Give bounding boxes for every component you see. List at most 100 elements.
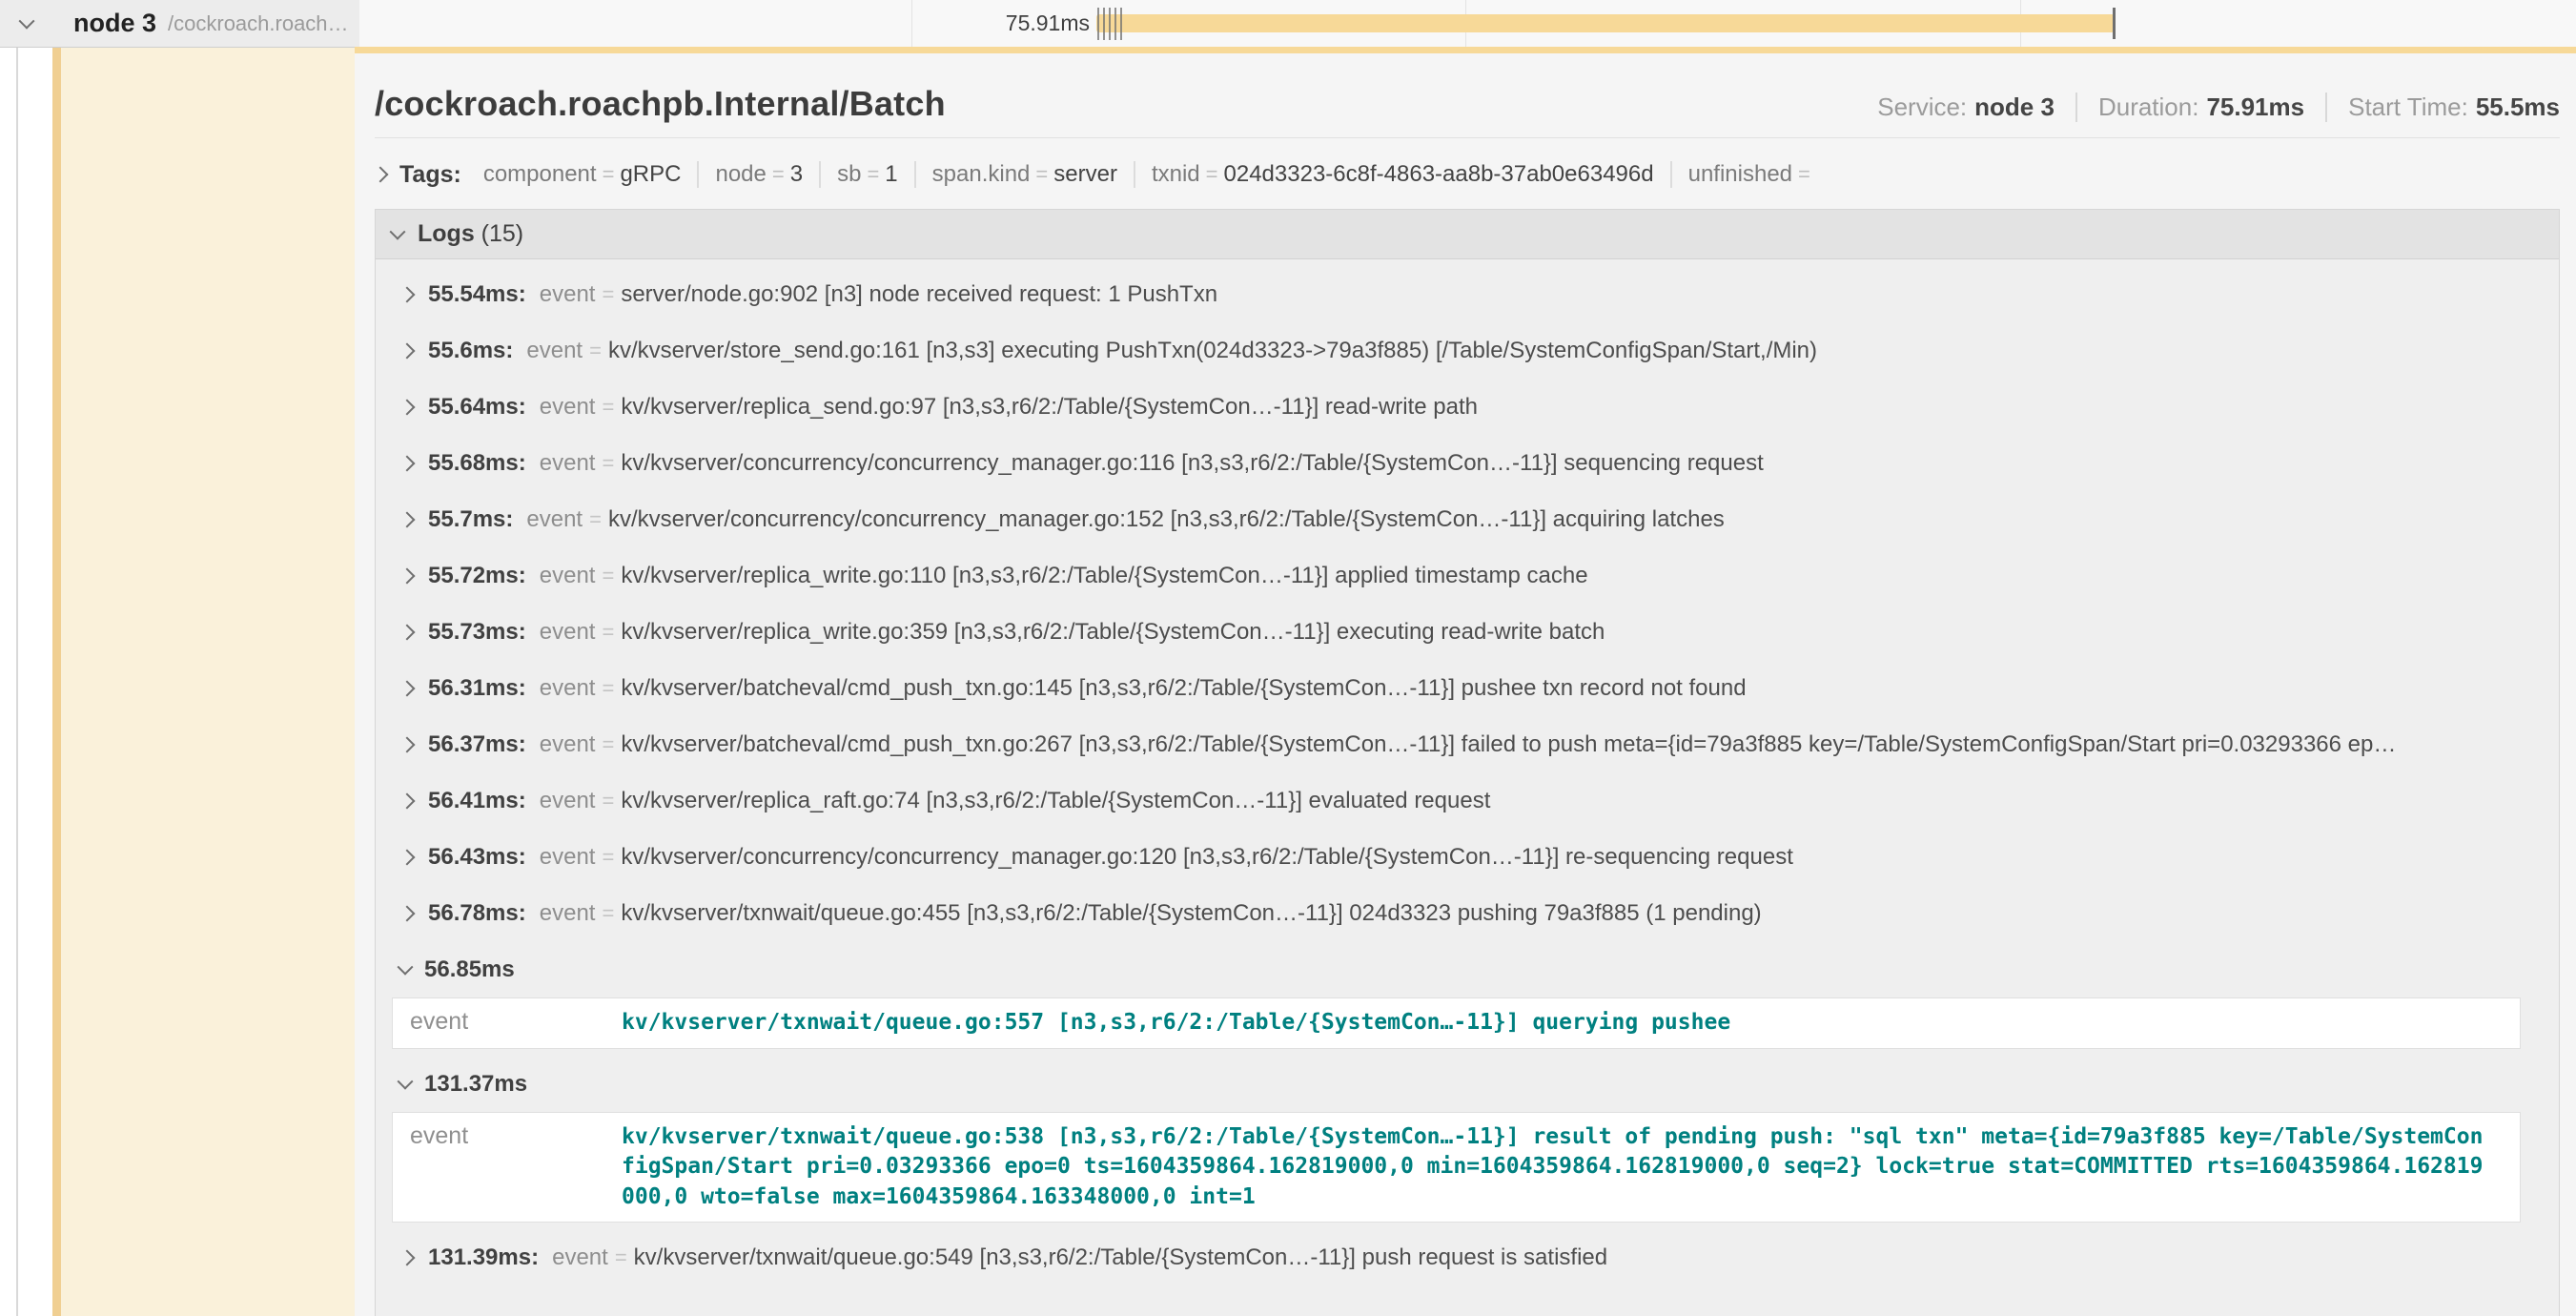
service-color-stripe [52,0,61,1316]
span-name-cell[interactable]: node 3 /cockroach.roach… [0,0,359,48]
log-timestamp: 56.31ms: [428,672,526,705]
span-operation-name: /cockroach.roach… [168,11,349,36]
log-row[interactable]: 56.41ms: event = kv/kvserver/replica_raf… [392,785,2540,817]
log-value: kv/kvserver/replica_send.go:97 [n3,s3,r6… [621,391,1478,423]
log-row[interactable]: 55.72ms: event = kv/kvserver/replica_wri… [392,560,2540,592]
log-row[interactable]: 55.6ms: event = kv/kvserver/store_send.g… [392,335,2540,367]
equals-sign: = [589,504,602,536]
equals-sign: = [589,335,602,367]
meta-label: Duration: [2098,93,2199,121]
span-timeline-cell[interactable]: 75.91ms [359,0,2576,48]
log-value: kv/kvserver/txnwait/queue.go:455 [n3,s3,… [621,897,1761,930]
span-duration-bar [1096,14,2115,32]
log-value: kv/kvserver/replica_write.go:359 [n3,s3,… [621,616,1605,648]
chevron-right-icon [399,400,416,416]
log-row[interactable]: 56.43ms: event = kv/kvserver/concurrency… [392,841,2540,874]
tag-item: node=3 [697,161,819,188]
log-timestamp: 56.37ms: [428,729,526,761]
log-timestamp: 131.37ms [424,1068,527,1100]
chevron-right-icon [373,167,389,183]
equals-sign: = [602,841,614,874]
log-row[interactable]: 56.37ms: event = kv/kvserver/batcheval/c… [392,729,2540,761]
meta-label: Service: [1877,93,1967,121]
equals-sign: = [602,897,614,930]
tag-value: 3 [790,161,803,187]
log-row[interactable]: 55.64ms: event = kv/kvserver/replica_sen… [392,391,2540,423]
log-key: event [393,1113,622,1223]
log-marker-tick [1103,8,1105,40]
left-panel-divider [16,0,18,1316]
log-keyvalue-table: event kv/kvserver/txnwait/queue.go:538 [… [392,1112,2521,1223]
tags-label: Tags: [399,161,461,189]
tag-item: sb=1 [819,161,914,188]
span-detail-header: /cockroach.roachpb.Internal/Batch Servic… [375,84,2560,124]
log-keyvalue-table: event kv/kvserver/txnwait/queue.go:557 [… [392,997,2521,1049]
chevron-down-icon [398,959,414,976]
log-value[interactable]: kv/kvserver/txnwait/queue.go:538 [n3,s3,… [622,1113,2520,1223]
equals-sign: = [602,447,614,480]
span-indent-band [61,48,355,1316]
log-timestamp: 55.54ms: [428,278,526,311]
log-key: event [526,504,583,536]
meta-item: Service:node 3 [1856,93,2075,122]
equals-sign: = [602,729,614,761]
tag-item: component=gRPC [467,161,698,188]
log-timestamp: 131.39ms: [428,1242,539,1274]
chevron-right-icon [399,737,416,753]
log-row[interactable]: 56.78ms: event = kv/kvserver/txnwait/que… [392,897,2540,930]
tag-value: 1 [885,161,897,187]
log-row[interactable]: 131.39ms: event = kv/kvserver/txnwait/qu… [392,1242,2540,1274]
tag-key: txnid [1152,161,1200,187]
log-row[interactable]: 55.7ms: event = kv/kvserver/concurrency/… [392,504,2540,536]
chevron-right-icon [399,287,416,303]
log-entry-expanded: 56.85ms event kv/kvserver/txnwait/queue.… [392,954,2540,1049]
log-timestamp: 56.85ms [424,954,515,986]
logs-footer-note: Log timestamps are relative to the start… [376,1307,2559,1316]
span-duration-label: 75.91ms [1006,10,1090,36]
log-timestamp: 56.41ms: [428,785,526,817]
log-value: kv/kvserver/replica_raft.go:74 [n3,s3,r6… [621,785,1490,817]
equals-sign: = [1206,162,1218,186]
log-row-expanded-header[interactable]: 131.37ms [392,1068,2540,1100]
tag-item: unfinished= [1670,161,1832,188]
log-value: kv/kvserver/concurrency/concurrency_mana… [621,841,1793,874]
log-timestamp: 55.72ms: [428,560,526,592]
log-value[interactable]: kv/kvserver/txnwait/queue.go:557 [n3,s3,… [622,998,2520,1048]
log-entry-expanded: 131.37ms event kv/kvserver/txnwait/queue… [392,1068,2540,1223]
equals-sign: = [772,162,785,186]
tag-key: node [715,161,766,187]
log-key: event [540,841,596,874]
chevron-down-icon [398,1073,414,1089]
log-value: kv/kvserver/replica_write.go:110 [n3,s3,… [621,560,1587,592]
span-detail-panel: /cockroach.roachpb.Internal/Batch Servic… [355,47,2576,1316]
tag-item: txnid=024d3323-6c8f-4863-aa8b-37ab0e6349… [1134,161,1670,188]
tag-value: server [1053,161,1117,187]
meta-value: 75.91ms [2206,93,2304,121]
log-timestamp: 55.7ms: [428,504,513,536]
tags-accordion[interactable]: Tags: component=gRPC node=3 sb=1 [375,155,2560,194]
log-marker-tick [1109,8,1111,40]
log-row[interactable]: 55.54ms: event = server/node.go:902 [n3]… [392,278,2540,311]
log-row[interactable]: 56.31ms: event = kv/kvserver/batcheval/c… [392,672,2540,705]
log-marker-tick [1120,8,1122,40]
log-value: kv/kvserver/store_send.go:161 [n3,s3] ex… [608,335,1817,367]
logs-title: Logs (15) [418,220,523,248]
chevron-down-icon [18,12,34,29]
equals-sign: = [602,616,614,648]
tag-key: sb [837,161,861,187]
log-value: server/node.go:902 [n3] node received re… [621,278,1217,311]
collapse-toggle[interactable] [0,18,52,30]
meta-value: node 3 [1974,93,2055,121]
log-key: event [540,278,596,311]
log-row[interactable]: 55.68ms: event = kv/kvserver/concurrency… [392,447,2540,480]
logs-accordion-header[interactable]: Logs (15) [376,210,2559,259]
log-row-expanded-header[interactable]: 56.85ms [392,954,2540,986]
log-row[interactable]: 55.73ms: event = kv/kvserver/replica_wri… [392,616,2540,648]
equals-sign: = [602,560,614,592]
chevron-right-icon [399,850,416,866]
logs-section: Logs (15) 55.54ms: event = server/node.g… [375,209,2560,1316]
log-key: event [526,335,583,367]
log-timestamp: 56.78ms: [428,897,526,930]
log-value: kv/kvserver/batcheval/cmd_push_txn.go:26… [621,729,2396,761]
tag-list: component=gRPC node=3 sb=1 span.kind=ser… [467,161,1832,188]
